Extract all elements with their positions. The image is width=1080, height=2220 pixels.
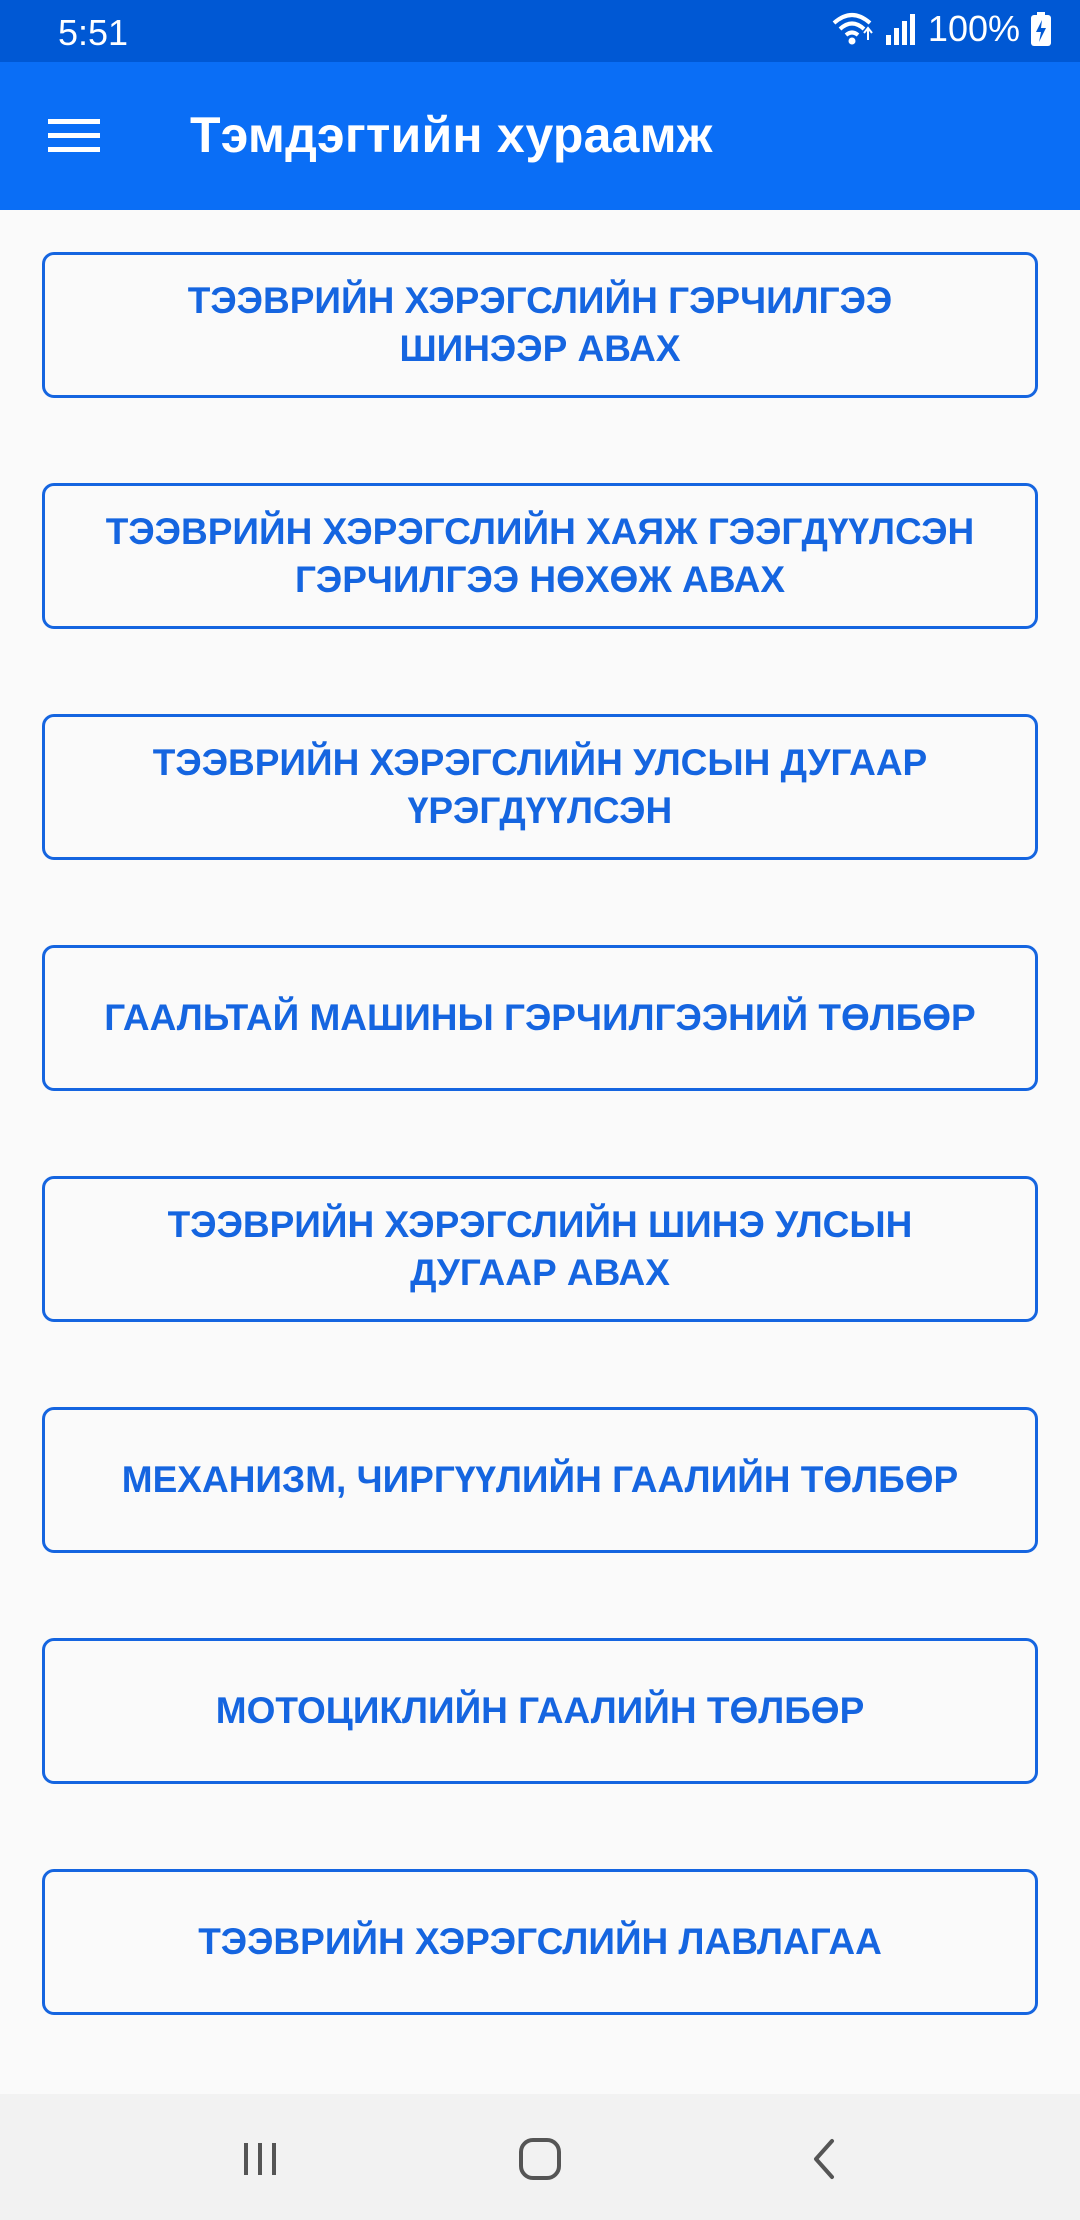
- wifi-icon: [830, 9, 874, 49]
- menu-button-motorcycle-customs-fee[interactable]: МОТОЦИКЛИЙН ГААЛИЙН ТӨЛБӨР: [42, 1638, 1038, 1784]
- menu-button-label-line1: ГААЛЬТАЙ МАШИНЫ ГЭРЧИЛГЭЭНИЙ ТӨЛБӨР: [104, 997, 976, 1038]
- recent-apps-button[interactable]: [220, 2124, 300, 2194]
- menu-button-new-plate-number[interactable]: ТЭЭВРИЙН ХЭРЭГСЛИЙН ШИНЭ УЛСЫН ДУГААР АВ…: [42, 1176, 1038, 1322]
- menu-list: ТЭЭВРИЙН ХЭРЭГСЛИЙН ГЭРЧИЛГЭЭ ШИНЭЭР АВА…: [0, 210, 1080, 2094]
- home-button[interactable]: [500, 2124, 580, 2194]
- back-button[interactable]: [784, 2124, 864, 2194]
- menu-button-label-line2: ДУГААР АВАХ: [410, 1252, 670, 1293]
- menu-button-label-line2: ҮРЭГДҮҮЛСЭН: [407, 790, 673, 831]
- menu-button-machinery-trailer-customs-fee[interactable]: МЕХАНИЗМ, ЧИРГҮҮЛИЙН ГААЛИЙН ТӨЛБӨР: [42, 1407, 1038, 1553]
- app-bar: Тэмдэгтийн хураамж: [0, 62, 1080, 210]
- menu-button-label-line1: ТЭЭВРИЙН ХЭРЭГСЛИЙН УЛСЫН ДУГААР: [152, 742, 928, 783]
- menu-button-label-line1: МЕХАНИЗМ, ЧИРГҮҮЛИЙН ГААЛИЙН ТӨЛБӨР: [121, 1459, 959, 1500]
- menu-button-label-line1: ТЭЭВРИЙН ХЭРЭГСЛИЙН ШИНЭ УЛСЫН: [167, 1204, 913, 1245]
- home-icon: [519, 2138, 561, 2180]
- menu-button-label-line1: МОТОЦИКЛИЙН ГААЛИЙН ТӨЛБӨР: [215, 1690, 865, 1731]
- menu-button-customs-car-certificate-fee[interactable]: ГААЛЬТАЙ МАШИНЫ ГЭРЧИЛГЭЭНИЙ ТӨЛБӨР: [42, 945, 1038, 1091]
- back-icon: [814, 2139, 834, 2179]
- battery-charging-icon: [1030, 11, 1052, 47]
- hamburger-menu-icon: [48, 119, 100, 152]
- menu-button-label-line2: ГЭРЧИЛГЭЭ НӨХӨЖ АВАХ: [294, 559, 786, 600]
- menu-button-label-line2: ШИНЭЭР АВАХ: [399, 328, 681, 369]
- page-title: Тэмдэгтийн хураамж: [190, 107, 713, 163]
- menu-button-label-line1: ТЭЭВРИЙН ХЭРЭГСЛИЙН ГЭРЧИЛГЭЭ: [187, 280, 893, 321]
- menu-button-label-line1: ТЭЭВРИЙН ХЭРЭГСЛИЙН ХАЯЖ ГЭЭГДҮҮЛСЭН: [105, 511, 975, 552]
- recent-apps-icon: [244, 2143, 276, 2175]
- hamburger-menu-button[interactable]: [34, 106, 114, 166]
- status-bar: 5:51 100%: [0, 0, 1080, 62]
- menu-button-new-vehicle-certificate[interactable]: ТЭЭВРИЙН ХЭРЭГСЛИЙН ГЭРЧИЛГЭЭ ШИНЭЭР АВА…: [42, 252, 1038, 398]
- battery-percent: 100%: [927, 8, 1020, 49]
- menu-button-lost-certificate-replacement[interactable]: ТЭЭВРИЙН ХЭРЭГСЛИЙН ХАЯЖ ГЭЭГДҮҮЛСЭН ГЭР…: [42, 483, 1038, 629]
- menu-button-vehicle-reference[interactable]: ТЭЭВРИЙН ХЭРЭГСЛИЙН ЛАВЛАГАА: [42, 1869, 1038, 2015]
- menu-button-label-line1: ТЭЭВРИЙН ХЭРЭГСЛИЙН ЛАВЛАГАА: [198, 1921, 882, 1962]
- status-time: 5:51: [58, 12, 129, 53]
- signal-icon: [884, 11, 918, 47]
- system-nav-bar: [0, 2094, 1080, 2220]
- status-icons: 100%: [830, 8, 1052, 50]
- menu-button-lost-plate-number[interactable]: ТЭЭВРИЙН ХЭРЭГСЛИЙН УЛСЫН ДУГААР ҮРЭГДҮҮ…: [42, 714, 1038, 860]
